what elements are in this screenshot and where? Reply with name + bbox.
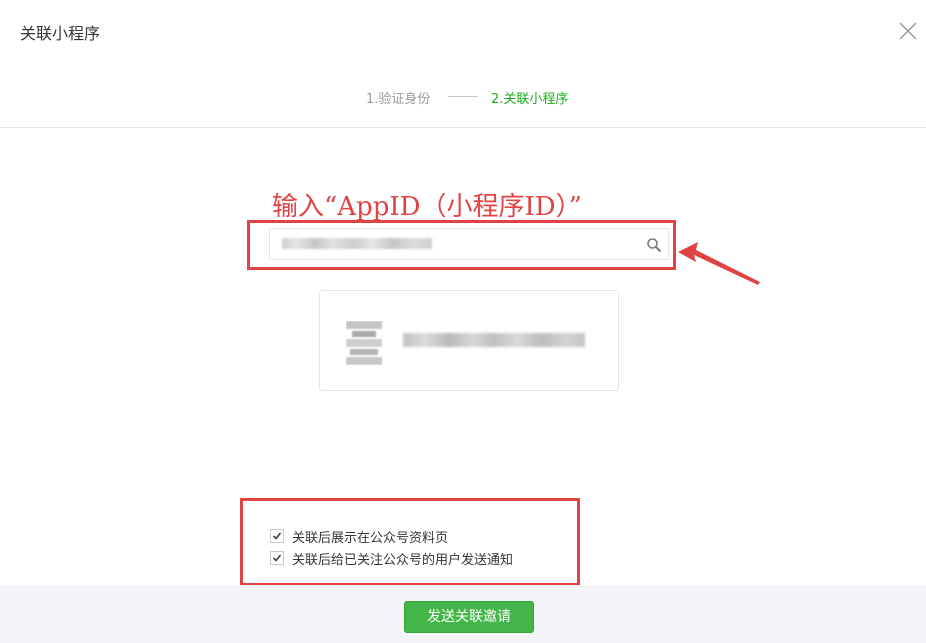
red-arrow-annotation [678,242,760,285]
show-on-profile-label: 关联后展示在公众号资料页 [292,530,449,546]
header-divider [0,127,926,128]
mini-program-result-card[interactable] [319,290,619,391]
step-link-mini-program: 2.关联小程序 [491,92,569,107]
option-show-on-profile[interactable]: 关联后展示在公众号资料页 [270,527,449,546]
check-icon [272,532,282,540]
notify-followers-label: 关联后给已关注公众号的用户发送通知 [292,552,514,568]
search-button[interactable] [646,237,662,253]
mini-program-avatar [346,321,382,365]
blurred-appid-value [282,238,432,249]
dialog-footer: 发送关联邀请 [0,585,926,643]
send-invitation-button[interactable]: 发送关联邀请 [404,601,534,633]
blurred-mini-program-name [403,333,585,347]
dialog-title: 关联小程序 [20,24,101,43]
step-indicator: 1.验证身份 2.关联小程序 [0,86,926,107]
close-icon [899,22,917,40]
notify-followers-checkbox[interactable] [270,551,284,565]
step-verify-identity: 1.验证身份 [366,92,431,107]
close-button[interactable] [897,20,919,42]
check-icon [272,554,282,562]
appid-search-box [269,228,669,260]
show-on-profile-checkbox[interactable] [270,529,284,543]
option-notify-followers[interactable]: 关联后给已关注公众号的用户发送通知 [270,549,514,568]
link-mini-program-dialog: 关联小程序 1.验证身份 2.关联小程序 输入“AppID（小程序ID）” 关联… [0,0,926,643]
step-connector [448,96,478,97]
annotation-label: 输入“AppID（小程序ID）” [272,192,582,222]
search-icon [647,238,662,253]
